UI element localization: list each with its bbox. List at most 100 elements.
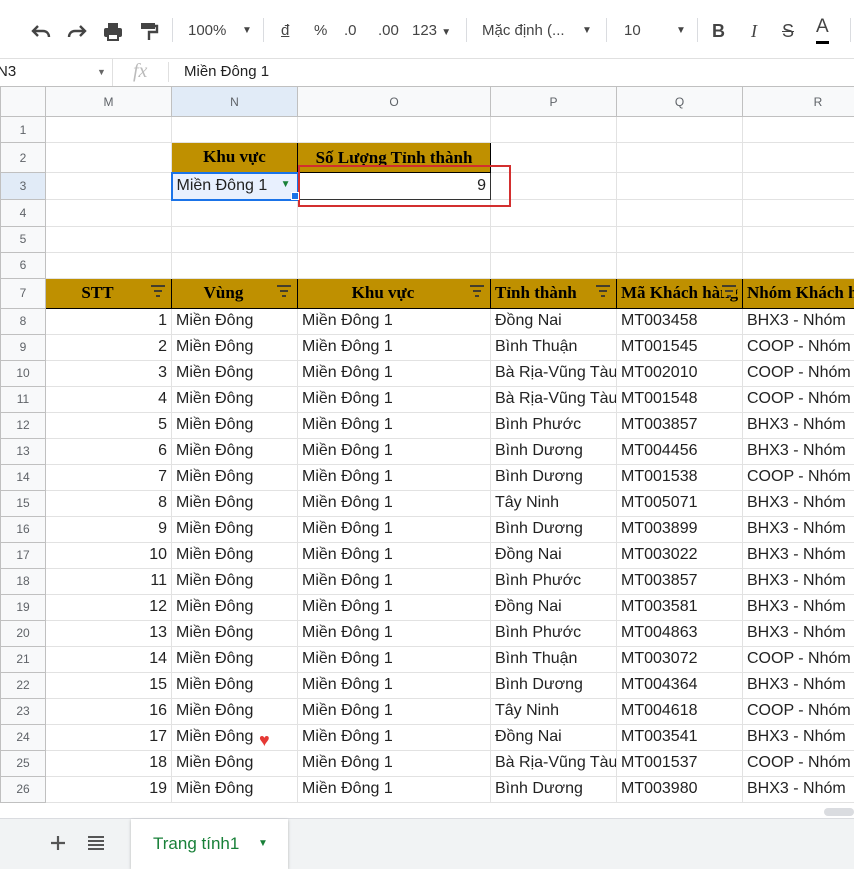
table-cell[interactable]: Miền Đông 1 (298, 672, 491, 698)
cell[interactable] (743, 173, 854, 200)
table-cell[interactable]: Bình Phước (491, 620, 617, 646)
table-cell[interactable]: 12 (46, 594, 172, 620)
table-cell[interactable]: Miền Đông (172, 594, 298, 620)
table-cell[interactable]: Đồng Nai (491, 542, 617, 568)
table-cell[interactable]: Miền Đông (172, 620, 298, 646)
chevron-down-icon[interactable]: ▼ (258, 838, 268, 849)
row-header[interactable]: 15 (1, 490, 46, 516)
scrollbar-thumb[interactable] (824, 808, 854, 816)
cell[interactable] (743, 200, 854, 227)
row-header[interactable]: 22 (1, 672, 46, 698)
table-cell[interactable]: Miền Đông 1 (298, 698, 491, 724)
table-cell[interactable]: MT001537 (617, 750, 743, 776)
row-header[interactable]: 26 (1, 776, 46, 802)
cell[interactable] (617, 143, 743, 173)
summary-header-region[interactable]: Khu vực (172, 143, 298, 173)
table-cell[interactable]: Miền Đông (172, 334, 298, 360)
redo-icon[interactable] (66, 13, 88, 49)
region-dropdown-cell[interactable]: Miền Đông 1 ▼ (172, 173, 298, 200)
row-header[interactable]: 16 (1, 516, 46, 542)
fill-handle[interactable] (291, 192, 299, 200)
table-cell[interactable]: 4 (46, 386, 172, 412)
row-header[interactable]: 6 (1, 252, 46, 278)
bold-button[interactable]: B (712, 13, 725, 49)
table-cell[interactable]: Miền Đông (172, 750, 298, 776)
cell[interactable] (617, 226, 743, 252)
row-header[interactable]: 3 (1, 173, 46, 200)
table-cell[interactable]: MT003458 (617, 308, 743, 334)
table-cell[interactable]: MT001545 (617, 334, 743, 360)
table-cell[interactable]: COOP - Nhóm (743, 698, 854, 724)
cell[interactable] (46, 173, 172, 200)
cell[interactable] (172, 252, 298, 278)
cell[interactable] (491, 117, 617, 143)
table-cell[interactable]: Miền Đông (172, 724, 298, 750)
select-all-corner[interactable] (1, 87, 46, 117)
sheet-tab-trang-tinh1[interactable]: Trang tính1 ▼ (131, 819, 288, 869)
table-cell[interactable]: 14 (46, 646, 172, 672)
row-header[interactable]: 10 (1, 360, 46, 386)
table-cell[interactable]: Bà Rịa-Vũng Tàu (491, 360, 617, 386)
cell[interactable] (617, 200, 743, 227)
table-cell[interactable]: MT004364 (617, 672, 743, 698)
table-header-tinh-thanh[interactable]: Tỉnh thành (491, 278, 617, 308)
table-cell[interactable]: 5 (46, 412, 172, 438)
table-cell[interactable]: Miền Đông 1 (298, 386, 491, 412)
table-cell[interactable]: 7 (46, 464, 172, 490)
row-header[interactable]: 2 (1, 143, 46, 173)
cell[interactable] (491, 252, 617, 278)
table-cell[interactable]: MT003857 (617, 412, 743, 438)
table-header-ma-khach-hang[interactable]: Mã Khách hàng (617, 278, 743, 308)
table-cell[interactable]: MT001548 (617, 386, 743, 412)
table-cell[interactable]: Miền Đông (172, 438, 298, 464)
cell[interactable] (617, 173, 743, 200)
table-cell[interactable]: COOP - Nhóm (743, 646, 854, 672)
filter-icon[interactable] (277, 285, 291, 297)
table-cell[interactable]: COOP - Nhóm (743, 464, 854, 490)
table-cell[interactable]: MT003581 (617, 594, 743, 620)
decrease-decimal-button[interactable]: .0 (344, 13, 357, 49)
font-family-select[interactable]: Mặc định (... ▼ (482, 13, 565, 49)
row-header[interactable]: 8 (1, 308, 46, 334)
table-cell[interactable]: 3 (46, 360, 172, 386)
table-cell[interactable]: BHX3 - Nhóm (743, 490, 854, 516)
cell[interactable] (617, 252, 743, 278)
cell[interactable] (46, 252, 172, 278)
table-header-vung[interactable]: Vùng (172, 278, 298, 308)
currency-format-button[interactable]: đ (281, 13, 289, 49)
table-cell[interactable]: COOP - Nhóm (743, 750, 854, 776)
table-cell[interactable]: 13 (46, 620, 172, 646)
cell[interactable] (298, 117, 491, 143)
number-format-select[interactable]: 123 ▼ (412, 13, 451, 49)
table-cell[interactable]: Miền Đông 1 (298, 516, 491, 542)
cell[interactable] (46, 143, 172, 173)
cell[interactable] (298, 252, 491, 278)
table-cell[interactable]: 8 (46, 490, 172, 516)
table-cell[interactable]: Miền Đông 1 (298, 412, 491, 438)
table-cell[interactable]: Bình Dương (491, 672, 617, 698)
cell[interactable] (743, 226, 854, 252)
table-cell[interactable]: Miền Đông 1 (298, 334, 491, 360)
filter-icon[interactable] (722, 285, 736, 297)
table-cell[interactable]: Bình Thuận (491, 646, 617, 672)
table-cell[interactable]: 10 (46, 542, 172, 568)
table-cell[interactable]: Miền Đông (172, 360, 298, 386)
table-cell[interactable]: Miền Đông (172, 568, 298, 594)
table-cell[interactable]: Bình Thuận (491, 334, 617, 360)
row-header[interactable]: 9 (1, 334, 46, 360)
percent-format-button[interactable]: % (314, 13, 327, 49)
table-cell[interactable]: Miền Đông (172, 516, 298, 542)
table-cell[interactable]: Miền Đông (172, 672, 298, 698)
table-cell[interactable]: MT003899 (617, 516, 743, 542)
filter-icon[interactable] (151, 285, 165, 297)
zoom-select[interactable]: 100% ▼ (188, 13, 226, 49)
table-cell[interactable]: Miền Đông (172, 646, 298, 672)
cell[interactable] (743, 252, 854, 278)
table-cell[interactable]: Miền Đông (172, 464, 298, 490)
row-header[interactable]: 11 (1, 386, 46, 412)
column-header-q[interactable]: Q (617, 87, 743, 117)
cell[interactable] (298, 226, 491, 252)
add-sheet-button[interactable] (46, 831, 70, 855)
table-cell[interactable]: MT003980 (617, 776, 743, 802)
table-cell[interactable]: 6 (46, 438, 172, 464)
